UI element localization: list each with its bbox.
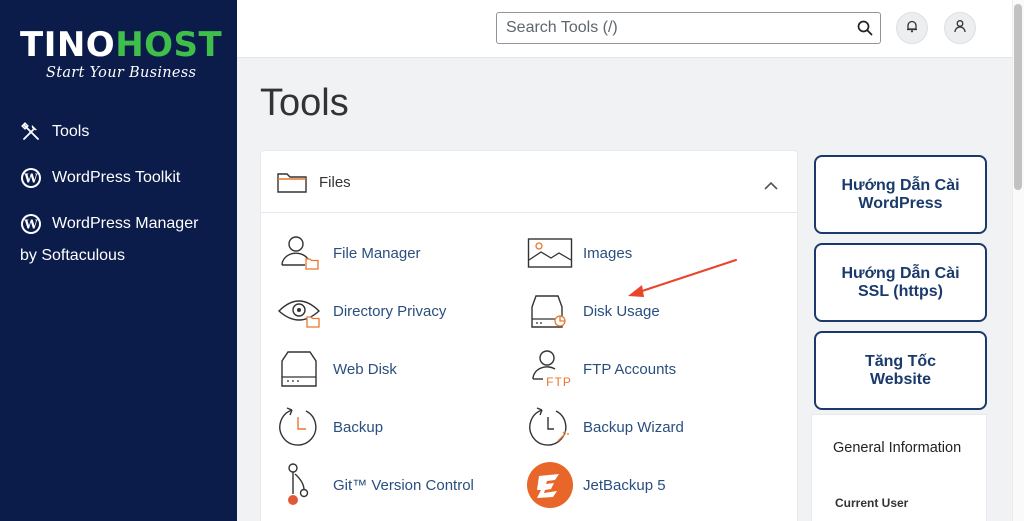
files-panel-title: Files bbox=[319, 174, 351, 191]
svg-text:W: W bbox=[23, 218, 38, 232]
promo-speed-up-website-button[interactable]: Tăng Tốc Website bbox=[814, 331, 987, 410]
tool-backup-wizard[interactable]: Backup Wizard bbox=[527, 406, 684, 448]
promo-line: Tăng Tốc bbox=[864, 352, 937, 370]
promo-line: Hướng Dẫn Cài bbox=[841, 264, 960, 282]
page-title: Tools bbox=[260, 82, 349, 124]
tool-directory-privacy[interactable]: Directory Privacy bbox=[277, 290, 446, 332]
sidebar-item-tools[interactable]: Tools bbox=[20, 121, 89, 143]
sidebar: TINOHOST Start Your Business Tools W Wor… bbox=[0, 0, 237, 521]
web-disk-icon bbox=[277, 348, 323, 390]
images-icon bbox=[527, 232, 573, 274]
backup-icon bbox=[277, 406, 323, 448]
promo-line: Website bbox=[869, 370, 932, 388]
files-panel: Files File Manager Images Directory Priv… bbox=[261, 151, 797, 521]
tool-label: File Manager bbox=[333, 244, 421, 262]
sidebar-item-wordpress-manager[interactable]: W WordPress Manager bbox=[20, 213, 198, 235]
tool-label: Git™ Version Control bbox=[333, 476, 474, 494]
brand-tagline: Start Your Business bbox=[46, 65, 197, 81]
tool-ftp-accounts[interactable]: FTP FTP Accounts bbox=[527, 348, 676, 390]
search-box bbox=[496, 12, 881, 44]
file-manager-icon bbox=[277, 232, 323, 274]
general-information-title: General Information bbox=[833, 440, 962, 456]
jetbackup-icon bbox=[527, 462, 573, 508]
tool-label: JetBackup 5 bbox=[583, 476, 666, 494]
folder-icon bbox=[277, 171, 307, 198]
promo-line: SSL (https) bbox=[857, 282, 943, 300]
general-information-panel: General Information Current User bbox=[812, 415, 986, 521]
ftp-accounts-icon: FTP bbox=[527, 348, 573, 390]
sidebar-item-wordpress-toolkit[interactable]: W WordPress Toolkit bbox=[20, 167, 180, 189]
tool-label: Web Disk bbox=[333, 360, 397, 378]
search-icon[interactable] bbox=[857, 20, 873, 36]
brand-name-part2: HOST bbox=[115, 25, 223, 65]
notifications-button[interactable] bbox=[896, 12, 928, 44]
annotation-arrow bbox=[628, 259, 737, 297]
tool-label: FTP Accounts bbox=[583, 360, 677, 378]
tool-web-disk[interactable]: Web Disk bbox=[277, 348, 397, 390]
tool-git-version-control[interactable]: Git™ Version Control bbox=[277, 463, 474, 506]
tool-label: Disk Usage bbox=[583, 302, 660, 320]
tool-file-manager[interactable]: File Manager bbox=[277, 232, 421, 274]
backup-wizard-icon bbox=[527, 406, 573, 448]
sidebar-item-label: WordPress Toolkit bbox=[52, 169, 181, 186]
promo-install-wordpress-button[interactable]: Hướng Dẫn Cài WordPress bbox=[814, 155, 987, 234]
promo-line: Hướng Dẫn Cài bbox=[841, 176, 960, 194]
tool-label: Directory Privacy bbox=[333, 302, 447, 320]
chevron-up-icon[interactable] bbox=[764, 177, 778, 195]
tool-backup[interactable]: Backup bbox=[277, 406, 383, 448]
wordpress-icon: W bbox=[20, 213, 42, 235]
sidebar-item-sublabel[interactable]: by Softaculous bbox=[20, 247, 125, 265]
sidebar-item-label: WordPress Manager bbox=[52, 215, 199, 232]
brand-name: TINOHOST bbox=[20, 26, 222, 64]
brand-name-part1: TINO bbox=[20, 25, 116, 65]
tool-images[interactable]: Images bbox=[527, 232, 632, 274]
directory-privacy-icon bbox=[277, 290, 323, 332]
ftp-icon-text: FTP bbox=[546, 375, 572, 389]
page-scrollbar-thumb[interactable] bbox=[1014, 4, 1022, 190]
files-panel-header[interactable]: Files bbox=[261, 151, 797, 213]
top-bar bbox=[237, 0, 1012, 58]
tool-label: Backup bbox=[333, 418, 384, 436]
sidebar-item-label: Tools bbox=[52, 123, 90, 140]
disk-usage-icon bbox=[527, 290, 573, 332]
user-menu-button[interactable] bbox=[944, 12, 976, 44]
tool-label: Backup Wizard bbox=[583, 418, 684, 436]
current-user-label: Current User bbox=[835, 496, 909, 510]
search-input[interactable] bbox=[497, 13, 837, 43]
wordpress-icon: W bbox=[20, 167, 42, 189]
brand-logo[interactable]: TINOHOST Start Your Business bbox=[20, 26, 222, 81]
git-icon bbox=[277, 463, 323, 506]
svg-text:W: W bbox=[23, 172, 38, 186]
tools-icon bbox=[20, 121, 42, 143]
tool-jetbackup[interactable]: JetBackup 5 bbox=[527, 462, 666, 508]
user-icon bbox=[953, 19, 967, 38]
bell-icon bbox=[905, 19, 919, 38]
promo-install-ssl-button[interactable]: Hướng Dẫn Cài SSL (https) bbox=[814, 243, 987, 322]
promo-line: WordPress bbox=[858, 194, 943, 212]
